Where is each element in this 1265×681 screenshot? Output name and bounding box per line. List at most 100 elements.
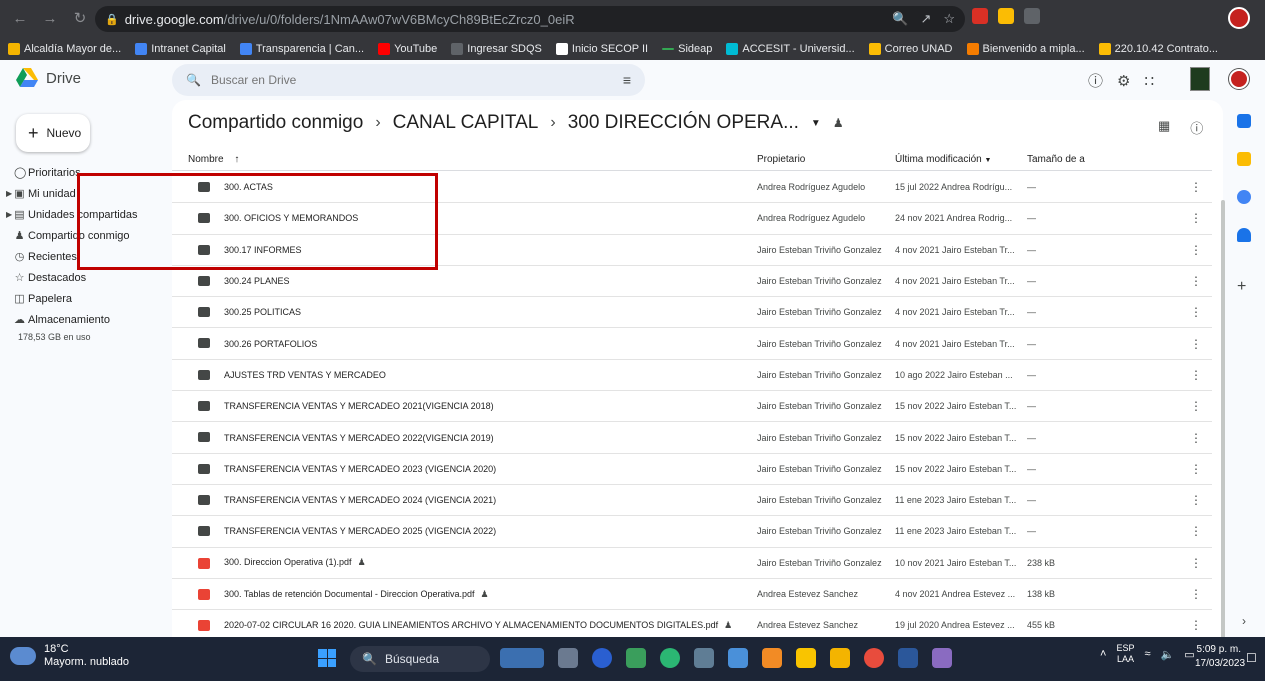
more-actions-icon[interactable]: ⋮ (1190, 493, 1202, 507)
taskbar-search[interactable]: 🔍 Búsqueda (350, 646, 490, 672)
organization-logo-icon[interactable] (1190, 67, 1210, 91)
column-size[interactable]: Tamaño de a (1027, 154, 1085, 165)
apps-grid-icon[interactable]: ∷ (1144, 72, 1154, 90)
bookmark-5[interactable]: Inicio SECOP II (555, 43, 648, 55)
tasks-icon[interactable] (1237, 190, 1251, 204)
browser-profile-icon[interactable] (1228, 7, 1250, 29)
zoom-icon[interactable]: 🔍 (892, 11, 908, 27)
file-name[interactable]: 300.24 PLANES (224, 276, 290, 286)
table-row[interactable]: 300.26 PORTAFOLIOS Jairo Esteban Triviño … (172, 328, 1212, 360)
bookmark-2[interactable]: Transparencia | Can... (239, 43, 364, 55)
table-row[interactable]: TRANSFERENCIA VENTAS Y MERCADEO 2025 (VI… (172, 516, 1212, 548)
table-row[interactable]: 300. Direccion Operativa (1).pdf ♟ Jairo E… (172, 548, 1212, 579)
bookmark-0[interactable]: Alcaldía Mayor de... (8, 43, 121, 55)
file-name[interactable]: 2020-07-02 CIRCULAR 16 2020. GUIA LINEAM… (224, 620, 732, 631)
more-actions-icon[interactable]: ⋮ (1190, 618, 1202, 632)
drive-logo[interactable]: Drive (16, 68, 81, 88)
caret-right-icon[interactable]: ▶ (6, 210, 12, 219)
more-actions-icon[interactable]: ⋮ (1190, 524, 1202, 538)
bookmark-6[interactable]: Sideap (662, 43, 712, 55)
calculator-icon[interactable] (694, 648, 714, 668)
task-view-icon[interactable] (558, 648, 578, 668)
table-row[interactable]: TRANSFERENCIA VENTAS Y MERCADEO 2021(VIG… (172, 391, 1212, 423)
bookmark-9[interactable]: Bienvenido a mipla... (966, 43, 1085, 55)
breadcrumb-item[interactable]: CANAL CAPITAL (393, 112, 539, 134)
table-row[interactable]: AJUSTES TRD VENTAS Y MERCADEO Jairo Esteb… (172, 360, 1212, 392)
sort-arrow-up-icon[interactable]: ↑ (234, 154, 239, 165)
share-page-icon[interactable]: ↗ (920, 11, 931, 27)
breadcrumb-current[interactable]: 300 DIRECCIÓN OPERA... (568, 112, 799, 134)
extension-icon[interactable] (1024, 8, 1040, 24)
more-actions-icon[interactable]: ⋮ (1190, 587, 1202, 601)
scrollbar[interactable] (1221, 200, 1225, 650)
table-row[interactable]: TRANSFERENCIA VENTAS Y MERCADEO 2022(VIG… (172, 422, 1212, 454)
settings-gear-icon[interactable]: ⚙ (1117, 72, 1130, 90)
file-name[interactable]: 300.26 PORTAFOLIOS (224, 339, 317, 349)
chevron-up-icon[interactable]: ˄ (1100, 648, 1106, 660)
more-actions-icon[interactable]: ⋮ (1190, 274, 1202, 288)
sidebar-item-destacados[interactable]: ☆ Destacados (0, 267, 170, 288)
table-row[interactable]: 2020-07-02 CIRCULAR 16 2020. GUIA LINEAM… (172, 610, 1212, 637)
column-owner[interactable]: Propietario (757, 154, 805, 165)
chrome-icon[interactable] (592, 648, 612, 668)
more-actions-icon[interactable]: ⋮ (1190, 399, 1202, 413)
file-name[interactable]: TRANSFERENCIA VENTAS Y MERCADEO 2021(VIG… (224, 401, 494, 411)
file-name[interactable]: 300. Tablas de retención Documental - Di… (224, 589, 489, 600)
landscape-widget-icon[interactable] (500, 648, 544, 668)
file-name[interactable]: 300.25 POLITICAS (224, 307, 301, 317)
sticky-notes-icon[interactable] (796, 648, 816, 668)
language-indicator[interactable]: ESP LAA (1116, 643, 1134, 665)
weather-widget[interactable]: 18°C Mayorm. nublado (10, 643, 129, 669)
calendar-icon[interactable] (1237, 114, 1251, 128)
extension-icon[interactable] (972, 8, 988, 24)
forward-icon[interactable]: → (38, 7, 62, 31)
chrome-icon[interactable] (864, 648, 884, 668)
search-input[interactable] (210, 73, 613, 87)
sidebar-item-papelera[interactable]: ◫ Papelera (0, 288, 170, 309)
file-name[interactable]: TRANSFERENCIA VENTAS Y MERCADEO 2024 (VI… (224, 495, 496, 505)
file-name[interactable]: TRANSFERENCIA VENTAS Y MERCADEO 2022(VIG… (224, 433, 494, 443)
table-row[interactable]: TRANSFERENCIA VENTAS Y MERCADEO 2023 (VI… (172, 454, 1212, 485)
more-actions-icon[interactable]: ⋮ (1190, 556, 1202, 570)
bookmark-4[interactable]: Ingresar SDQS (451, 43, 542, 55)
app-icon[interactable] (932, 648, 952, 668)
table-row[interactable]: 300.24 PLANES Jairo Esteban Triviño Gonza… (172, 266, 1212, 298)
file-explorer-icon[interactable] (830, 648, 850, 668)
table-row[interactable]: 300.25 POLITICAS Jairo Esteban Triviño Go… (172, 297, 1212, 329)
add-addon-icon[interactable]: + (1237, 278, 1246, 296)
bookmark-star-icon[interactable]: ☆ (943, 11, 955, 27)
account-avatar[interactable] (1229, 69, 1249, 89)
grid-view-icon[interactable]: ▦ (1158, 118, 1170, 137)
more-actions-icon[interactable]: ⋮ (1190, 368, 1202, 382)
app-icon[interactable] (660, 648, 680, 668)
more-actions-icon[interactable]: ⋮ (1190, 305, 1202, 319)
column-name[interactable]: Nombre ↑ (188, 154, 239, 165)
bookmark-1[interactable]: Intranet Capital (135, 43, 226, 55)
volume-icon[interactable]: 🔈 (1161, 648, 1175, 661)
app-icon[interactable] (626, 648, 646, 668)
app-icon[interactable] (762, 648, 782, 668)
search-icon[interactable]: 🔍 (186, 73, 201, 87)
reload-icon[interactable]: ↻ (68, 7, 92, 31)
file-name[interactable]: TRANSFERENCIA VENTAS Y MERCADEO 2025 (VI… (224, 526, 496, 536)
chevron-down-icon[interactable]: ▼ (811, 118, 821, 129)
sidebar-item-almacenamiento[interactable]: ☁ Almacenamiento (0, 309, 170, 330)
keep-icon[interactable] (1237, 152, 1251, 166)
column-modified[interactable]: Última modificación ▼ (895, 154, 991, 165)
contacts-icon[interactable] (1237, 228, 1251, 242)
more-actions-icon[interactable]: ⋮ (1190, 337, 1202, 351)
windows-start-icon[interactable] (318, 649, 336, 667)
help-icon[interactable]: ⓘ (1088, 70, 1103, 91)
breadcrumb-item[interactable]: Compartido conmigo (188, 112, 363, 134)
sort-dropdown-icon[interactable]: ▼ (984, 157, 991, 164)
file-name[interactable]: AJUSTES TRD VENTAS Y MERCADEO (224, 370, 386, 380)
search-bar[interactable]: 🔍 ≡ (172, 64, 645, 96)
shared-folder-icon[interactable]: ♟ (833, 116, 844, 130)
more-actions-icon[interactable]: ⋮ (1190, 211, 1202, 225)
file-name[interactable]: TRANSFERENCIA VENTAS Y MERCADEO 2023 (VI… (224, 464, 496, 474)
address-bar[interactable]: 🔒 drive.google.com/drive/u/0/folders/1Nm… (95, 6, 965, 32)
more-actions-icon[interactable]: ⋮ (1190, 180, 1202, 194)
bookmark-8[interactable]: Correo UNAD (868, 43, 953, 55)
more-actions-icon[interactable]: ⋮ (1190, 462, 1202, 476)
bookmark-3[interactable]: YouTube (378, 43, 437, 55)
